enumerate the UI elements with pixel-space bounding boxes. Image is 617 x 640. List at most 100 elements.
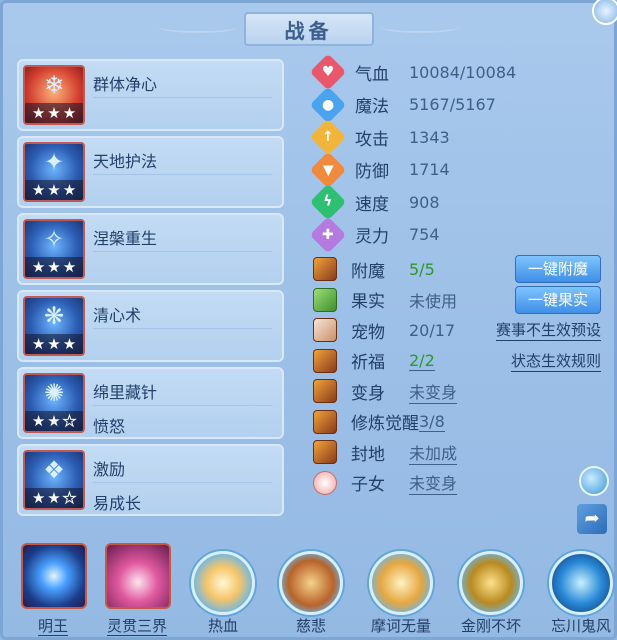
stat-row: ● 魔法 5167/5167 <box>309 86 613 124</box>
panel-title: 战备 <box>243 12 374 46</box>
extra-row: 子女 未变身 <box>313 468 613 499</box>
extra-value[interactable]: 2/2 <box>409 351 435 371</box>
clear-mind-skill-icon[interactable]: ❋ ★ ★ ★ <box>23 296 85 356</box>
stat-label: 气血 <box>355 64 389 85</box>
transform-icon <box>313 379 337 404</box>
skill-card[interactable]: ❖ ★ ★ ★ 激励易成长 <box>17 444 284 516</box>
needle-skill-icon[interactable]: ✺ ★ ★ ★ <box>23 373 85 433</box>
rule-link[interactable]: 赛事不生效预设 <box>495 319 601 342</box>
extra-value: 5/5 <box>409 259 435 279</box>
bottom-skill-label-text: 明王 <box>37 617 68 636</box>
extra-label: 变身 <box>351 383 385 404</box>
skill-card[interactable]: ❄ ★ ★ ★ 群体净心 <box>17 59 284 131</box>
share-icon[interactable]: ➦ <box>577 504 607 534</box>
one-click-button[interactable]: 一键果实 <box>515 285 601 314</box>
skill-name: 绵里藏针 <box>93 383 158 402</box>
skill-name: 天地护法 <box>93 152 158 171</box>
skill-name: 清心术 <box>93 306 142 325</box>
skill-name: 群体净心 <box>93 75 158 94</box>
blessing-icon <box>313 348 337 373</box>
star-empty-icon: ★ <box>62 489 77 508</box>
bottom-skill-slot[interactable]: 忘川鬼风 <box>541 541 617 640</box>
skill-glyph: ❋ <box>43 302 65 330</box>
bottom-skill-slot[interactable]: 摩诃无量 <box>361 541 441 640</box>
extra-label: 祈福 <box>351 353 385 374</box>
bottom-skill-label-text: 灵贯三界 <box>106 617 167 636</box>
skill-glyph: ✺ <box>43 379 65 407</box>
pet-icon <box>313 318 337 343</box>
mana-icon: ● <box>309 86 347 124</box>
skill-card[interactable]: ✺ ★ ★ ★ 绵里藏针愤怒 <box>17 367 284 439</box>
shield-icon: ▼ <box>309 151 347 189</box>
skill-card[interactable]: ❋ ★ ★ ★ 清心术 <box>17 290 284 362</box>
rebirth-skill-icon[interactable]: ✧ ★ ★ ★ <box>23 219 85 279</box>
monk-icon[interactable] <box>191 551 255 615</box>
extra-value[interactable]: 未变身 <box>409 379 458 404</box>
bottom-skill-slot[interactable]: 明王 <box>13 541 93 640</box>
bottom-skill-label: 慈悲 <box>271 615 351 636</box>
stat-label: 灵力 <box>355 227 389 248</box>
treasure-chest-icon[interactable] <box>279 551 343 615</box>
bottom-skill-label-text: 金刚不坏 <box>460 617 521 635</box>
star-rating: ★ ★ ★ <box>25 257 83 277</box>
golden-warrior-icon[interactable] <box>459 551 523 615</box>
extra-value[interactable]: 3/8 <box>419 412 445 432</box>
divider <box>93 328 272 329</box>
bottom-skill-label-text: 摩诃无量 <box>370 617 431 635</box>
divider <box>93 97 272 98</box>
rule-link[interactable]: 状态生效规则 <box>510 350 601 372</box>
skill-list: ❄ ★ ★ ★ 群体净心 ✦ ★ ★ ★ 天地护法 ✧ ★ ★ ★ 涅槃重生 ❋ ★ ★ ★ 清心术 ✺ ★ ★ ★ 绵里藏针愤… <box>17 59 284 521</box>
attribute-list: ♥ 气血 10084/10084 ● 魔法 5167/5167 ↑ 攻击 1343 ▼ 防御 1714… <box>309 53 613 254</box>
one-click-button[interactable]: 一键附魔 <box>515 255 601 284</box>
skill-trait: 愤怒 <box>93 417 126 436</box>
star-rating: ★ ★ ★ <box>25 180 83 200</box>
bottom-skill-label: 金刚不坏 <box>451 615 531 636</box>
skill-name: 涅槃重生 <box>93 229 158 248</box>
star-filled-icon: ★ <box>47 258 61 276</box>
star-filled-icon: ★ <box>62 104 77 122</box>
purify-skill-icon[interactable]: ❄ ★ ★ ★ <box>23 65 85 125</box>
skill-trait: 易成长 <box>93 494 142 513</box>
stat-label: 魔法 <box>355 97 389 118</box>
bottom-skill-slot[interactable]: 金刚不坏 <box>451 541 531 640</box>
skill-card[interactable]: ✦ ★ ★ ★ 天地护法 <box>17 136 284 208</box>
bottom-skill-slot[interactable]: 慈悲 <box>271 541 351 640</box>
stat-row: ↑ 攻击 1343 <box>309 118 613 156</box>
close-button[interactable] <box>592 0 617 25</box>
bottom-skill-label-text: 忘川鬼风 <box>550 617 611 635</box>
extra-row: 变身 未变身 <box>313 376 613 407</box>
fruit-icon <box>313 287 337 312</box>
extra-value: 未使用 <box>409 291 458 311</box>
inspire-skill-icon[interactable]: ❖ ★ ★ ★ <box>23 450 85 510</box>
extra-row: 附魔 5/5 一键附魔 <box>313 254 613 285</box>
stat-label: 防御 <box>355 162 389 183</box>
bottom-skill-slot[interactable]: 灵贯三界 <box>97 541 177 640</box>
star-filled-icon: ★ <box>31 412 46 430</box>
extra-label: 子女 <box>351 475 385 496</box>
skill-glyph: ✧ <box>43 225 65 253</box>
star-filled-icon: ★ <box>47 412 61 430</box>
divider <box>93 405 272 406</box>
buddha-icon[interactable] <box>105 543 171 609</box>
star-rating: ★ ★ ★ <box>25 411 83 431</box>
sage-icon[interactable] <box>369 551 433 615</box>
bottom-skill-slot[interactable]: 热血 <box>183 541 263 640</box>
globe-icon[interactable] <box>579 466 609 496</box>
light-orb-icon[interactable] <box>21 543 87 609</box>
skill-name: 激励 <box>93 460 126 479</box>
title-ornament-right <box>379 21 460 33</box>
speed-icon: ϟ <box>309 183 347 221</box>
ghost-wind-icon[interactable] <box>549 551 613 615</box>
heart-icon: ♥ <box>309 53 347 91</box>
title-ornament-left <box>157 21 238 33</box>
extra-value[interactable]: 未加成 <box>409 440 458 465</box>
fief-icon <box>313 440 337 465</box>
enchant-icon <box>313 257 337 282</box>
title-bar: 战备 <box>3 3 614 51</box>
bottom-skill-label: 灵贯三界 <box>97 615 177 636</box>
child-icon <box>313 470 337 495</box>
guardian-skill-icon[interactable]: ✦ ★ ★ ★ <box>23 142 85 202</box>
skill-card[interactable]: ✧ ★ ★ ★ 涅槃重生 <box>17 213 284 285</box>
bottom-skill-label: 热血 <box>183 615 263 636</box>
extra-value[interactable]: 未变身 <box>409 470 458 496</box>
